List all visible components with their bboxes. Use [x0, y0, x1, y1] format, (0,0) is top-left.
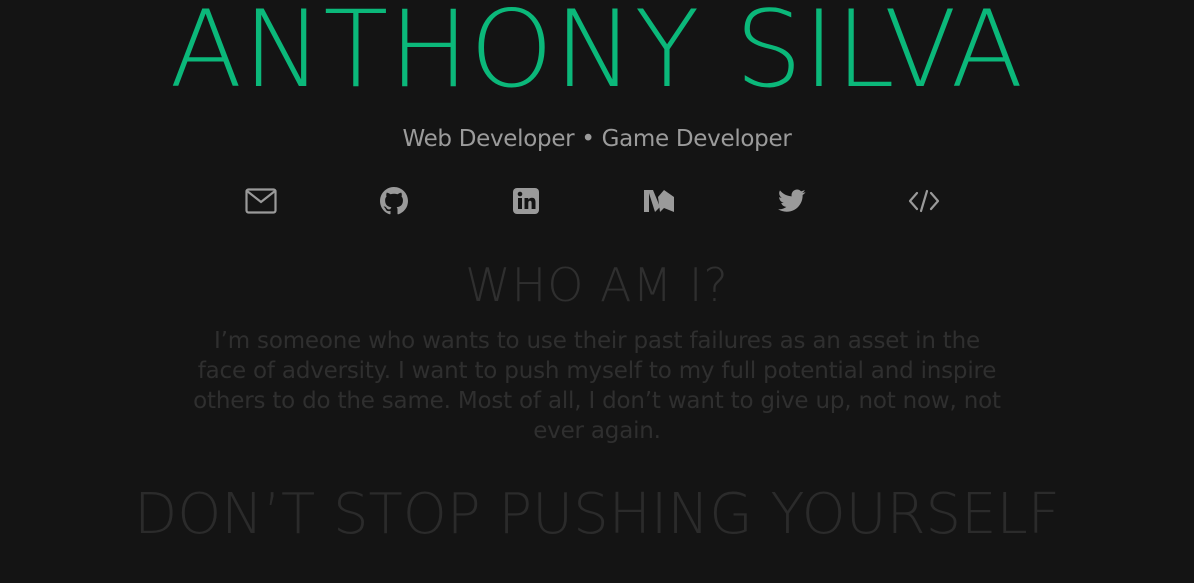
motto-heading: DON’T STOP PUSHING YOURSELF — [134, 482, 1060, 547]
envelope-icon — [245, 188, 277, 214]
hero-name: ANTHONY SILVA — [169, 0, 1025, 111]
envelope-link[interactable] — [245, 185, 277, 217]
medium-icon — [643, 187, 675, 215]
linkedin-link[interactable] — [510, 185, 542, 217]
social-links — [0, 185, 1194, 217]
medium-link[interactable] — [643, 185, 675, 217]
twitter-link[interactable] — [776, 185, 808, 217]
github-icon — [380, 187, 408, 215]
github-link[interactable] — [378, 185, 410, 217]
linkedin-icon — [512, 187, 540, 215]
about-title: WHO AM I? — [465, 258, 729, 312]
twitter-icon — [778, 189, 806, 213]
code-icon — [908, 189, 940, 213]
code-link[interactable] — [908, 185, 940, 217]
about-text: I’m someone who wants to use their past … — [193, 328, 1001, 444]
hero-subtitle: Web Developer • Game Developer — [402, 126, 792, 152]
portfolio-page: ANTHONY SILVA Web Developer • Game Devel… — [0, 0, 1194, 583]
